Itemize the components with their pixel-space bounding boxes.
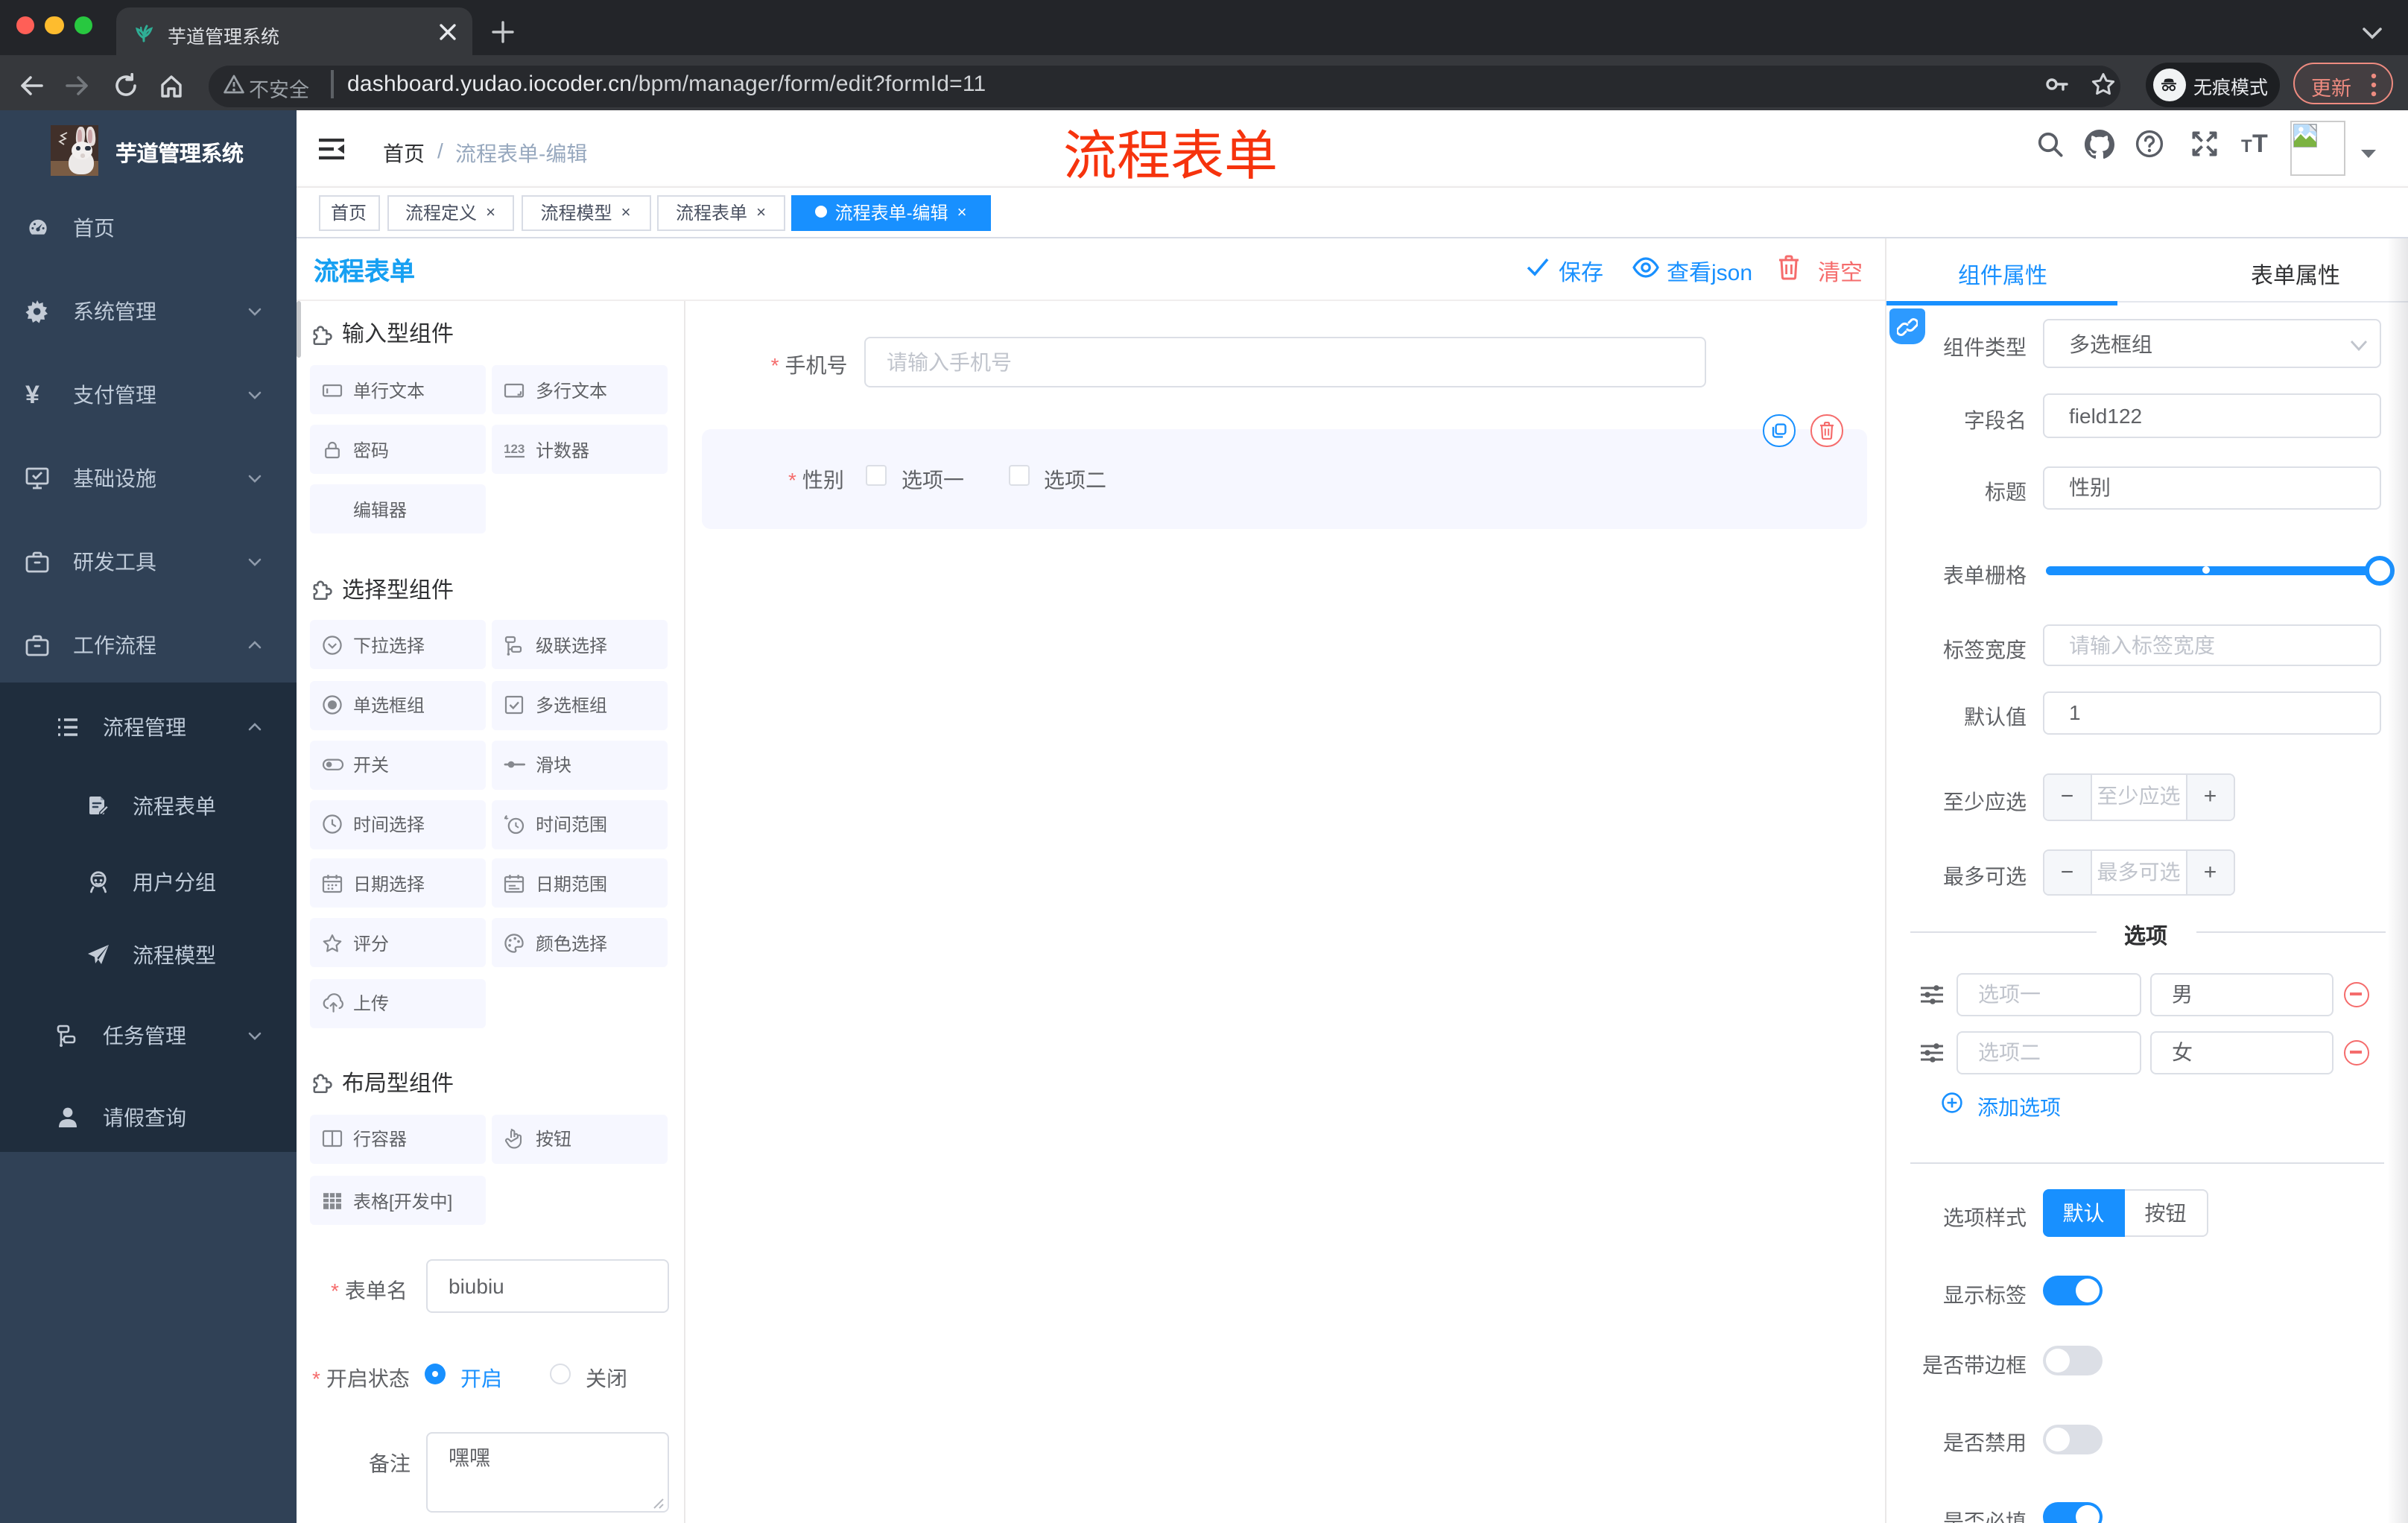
svg-text:123: 123: [504, 441, 525, 455]
svg-text:T: T: [2240, 136, 2252, 156]
svg-text:T: T: [2252, 130, 2267, 156]
